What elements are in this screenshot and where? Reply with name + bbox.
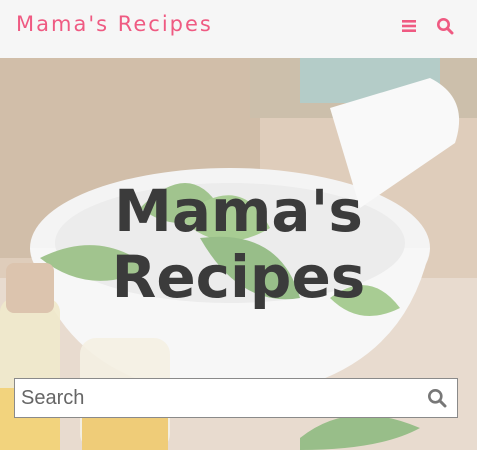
header-search-button[interactable] [435, 16, 455, 36]
search-icon [428, 389, 447, 408]
header-actions [399, 16, 455, 36]
hero-title-line-1: Mama's [114, 177, 363, 245]
search-icon [437, 18, 454, 35]
search-bar [14, 378, 458, 418]
site-title[interactable]: Mama's Recipes [16, 12, 213, 36]
hero-banner: Mama's Recipes [0, 58, 477, 450]
hero-title-line-2: Recipes [111, 243, 366, 311]
search-submit-button[interactable] [425, 386, 449, 410]
menu-icon [402, 20, 416, 32]
search-input[interactable] [15, 379, 401, 417]
top-navigation-bar: Mama's Recipes [0, 0, 477, 58]
menu-button[interactable] [399, 16, 419, 36]
hero-title: Mama's Recipes [0, 178, 477, 310]
